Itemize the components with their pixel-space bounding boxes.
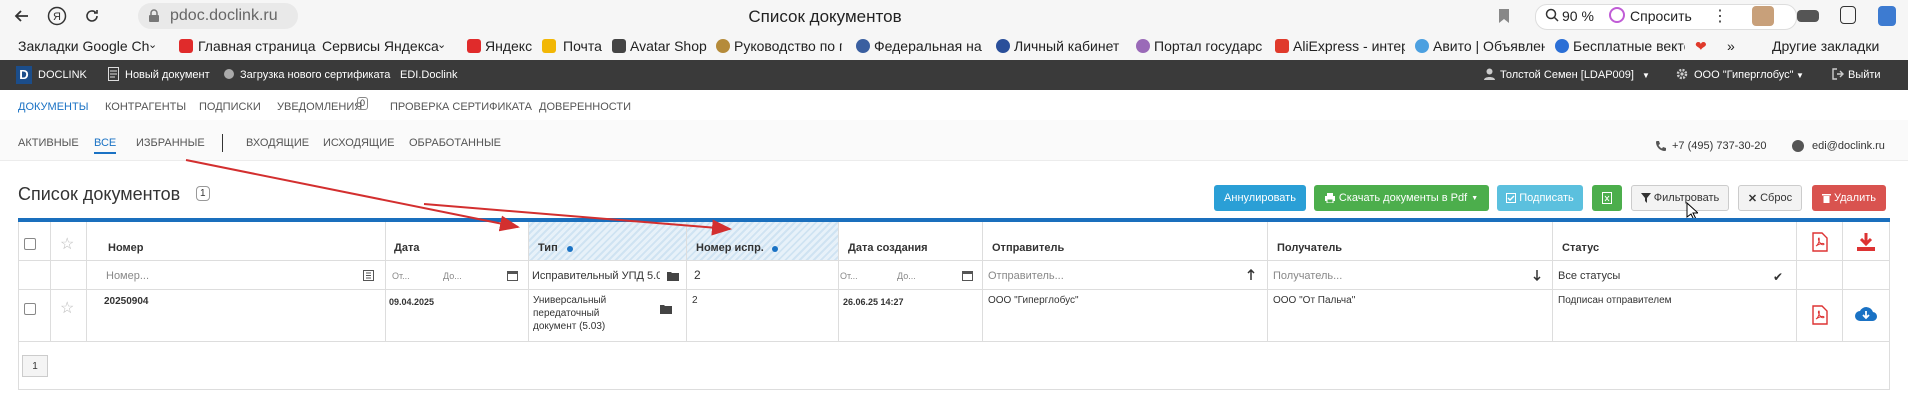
annotation-arrow-to-type <box>185 159 520 232</box>
annotation-arrows <box>185 159 732 236</box>
